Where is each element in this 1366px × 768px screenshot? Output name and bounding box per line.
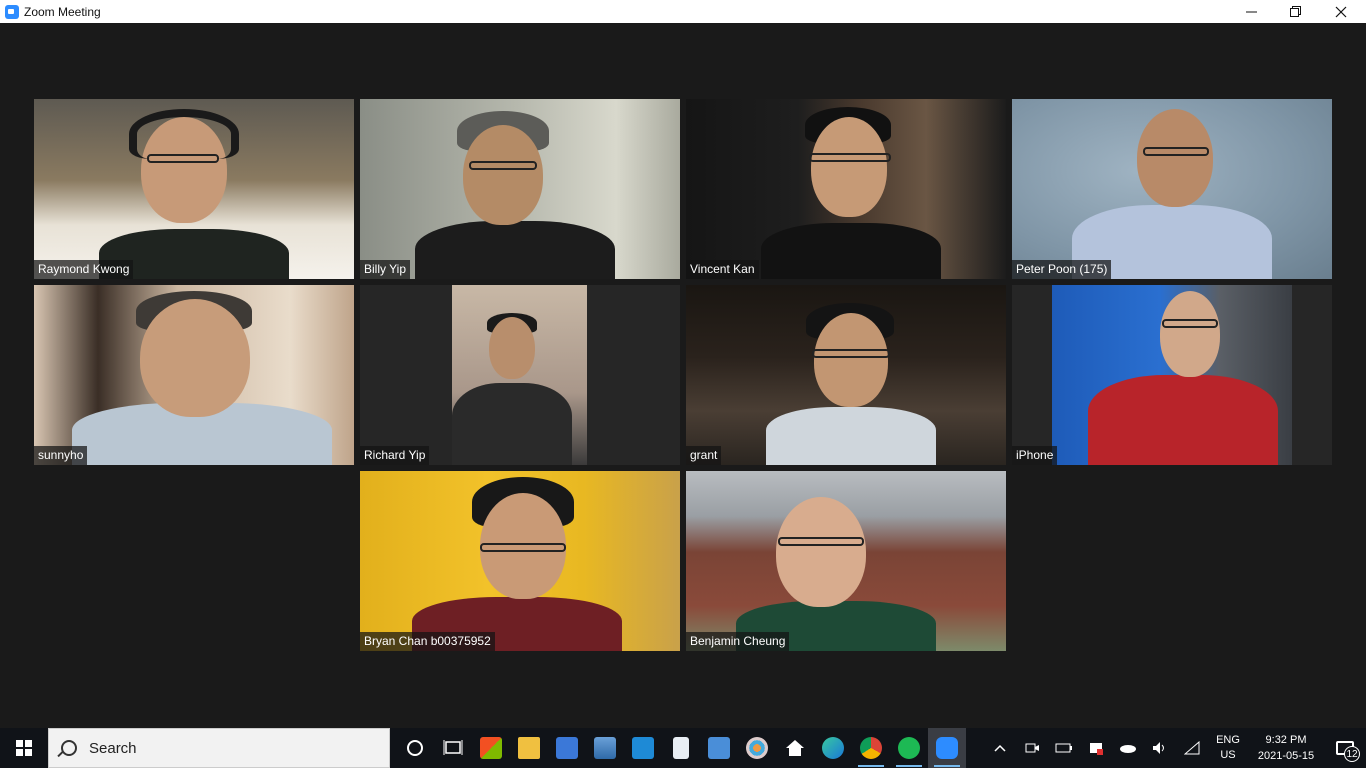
region-code: US [1220, 749, 1236, 761]
participant-name: Bryan Chan b00375952 [360, 632, 495, 651]
title-bar: Zoom Meeting [0, 0, 1366, 23]
dropbox-icon[interactable] [1080, 728, 1112, 768]
paint-icon[interactable] [738, 728, 776, 768]
zoom-app-icon [5, 4, 19, 19]
language-code: ENG [1216, 734, 1240, 746]
restore-icon [1289, 6, 1301, 17]
minimize-icon [1245, 11, 1257, 13]
video-tile-raymond-kwong[interactable]: Raymond Kwong [34, 99, 354, 279]
video-tile-peter-poon[interactable]: Peter Poon (175) [1012, 99, 1332, 279]
video-tile-benjamin-cheung[interactable]: Benjamin Cheung [686, 471, 1006, 651]
restore-button[interactable] [1272, 0, 1318, 23]
microsoft-store-icon[interactable] [472, 728, 510, 768]
video-feed [1012, 99, 1332, 279]
video-tile-iphone[interactable]: iPhone [1012, 285, 1332, 465]
clock[interactable]: 9:32 PM 2021-05-15 [1248, 728, 1324, 768]
edge-icon[interactable] [814, 728, 852, 768]
video-feed [686, 99, 1006, 279]
participant-name: Peter Poon (175) [1012, 260, 1112, 279]
participant-name: iPhone [1012, 446, 1058, 465]
cortana-icon[interactable] [396, 728, 434, 768]
participant-name: Billy Yip [360, 260, 411, 279]
window-title: Zoom Meeting [24, 4, 101, 19]
chrome-icon[interactable] [852, 728, 890, 768]
video-feed [360, 285, 680, 465]
system-tray: ENG US 9:32 PM 2021-05-15 12 [984, 728, 1366, 768]
control-panel-icon[interactable] [700, 728, 738, 768]
video-feed [34, 99, 354, 279]
volume-icon[interactable] [1144, 728, 1176, 768]
document-icon[interactable] [662, 728, 700, 768]
meet-now-icon[interactable] [1016, 728, 1048, 768]
gallery-view: Raymond Kwong Billy Yip Vincent Kan Pete… [0, 23, 1366, 728]
video-feed [360, 99, 680, 279]
remote-desktop-icon[interactable] [548, 728, 586, 768]
onedrive-cloud-icon[interactable] [1112, 728, 1144, 768]
start-button[interactable] [0, 728, 48, 768]
minimize-button[interactable] [1228, 0, 1274, 23]
home-icon[interactable] [776, 728, 814, 768]
video-tile-vincent-kan[interactable]: Vincent Kan [686, 99, 1006, 279]
taskbar-search-box[interactable]: Search [48, 728, 390, 768]
windows-logo-icon [16, 740, 32, 756]
battery-icon[interactable] [1048, 728, 1080, 768]
wifi-icon[interactable] [1176, 728, 1208, 768]
task-view-icon[interactable] [434, 728, 472, 768]
spotify-icon[interactable] [890, 728, 928, 768]
language-indicator[interactable]: ENG US [1208, 728, 1248, 768]
zoom-icon[interactable] [928, 728, 966, 768]
search-icon [61, 740, 77, 756]
show-hidden-icons-chevron-up-icon[interactable] [984, 728, 1016, 768]
file-explorer-icon[interactable] [510, 728, 548, 768]
close-button[interactable] [1318, 0, 1364, 23]
notification-count: 12 [1344, 746, 1360, 762]
participant-name: Raymond Kwong [34, 260, 134, 279]
close-icon [1335, 6, 1347, 17]
mail-icon[interactable] [624, 728, 662, 768]
video-feed [34, 285, 354, 465]
video-feed [1012, 285, 1332, 465]
windows-taskbar: Search ENG US 9:32 PM 2021-05-15 12 [0, 728, 1366, 768]
clock-date: 2021-05-15 [1257, 750, 1315, 762]
photos-icon[interactable] [586, 728, 624, 768]
participant-name: Vincent Kan [686, 260, 759, 279]
video-tile-sunnyho[interactable]: sunnyho [34, 285, 354, 465]
participant-name: Richard Yip [360, 446, 430, 465]
participant-name: grant [686, 446, 722, 465]
video-tile-grant-active-speaker[interactable]: grant [686, 285, 1006, 465]
search-label: Search [89, 739, 137, 757]
video-feed [686, 285, 1006, 465]
participant-name: sunnyho [34, 446, 88, 465]
participant-name: Benjamin Cheung [686, 632, 790, 651]
video-feed [686, 471, 1006, 651]
clock-time: 9:32 PM [1265, 734, 1307, 746]
video-tile-bryan-chan[interactable]: Bryan Chan b00375952 [360, 471, 680, 651]
action-center-button[interactable]: 12 [1324, 728, 1366, 768]
video-tile-billy-yip[interactable]: Billy Yip [360, 99, 680, 279]
video-feed [360, 471, 680, 651]
video-tile-richard-yip[interactable]: Richard Yip [360, 285, 680, 465]
